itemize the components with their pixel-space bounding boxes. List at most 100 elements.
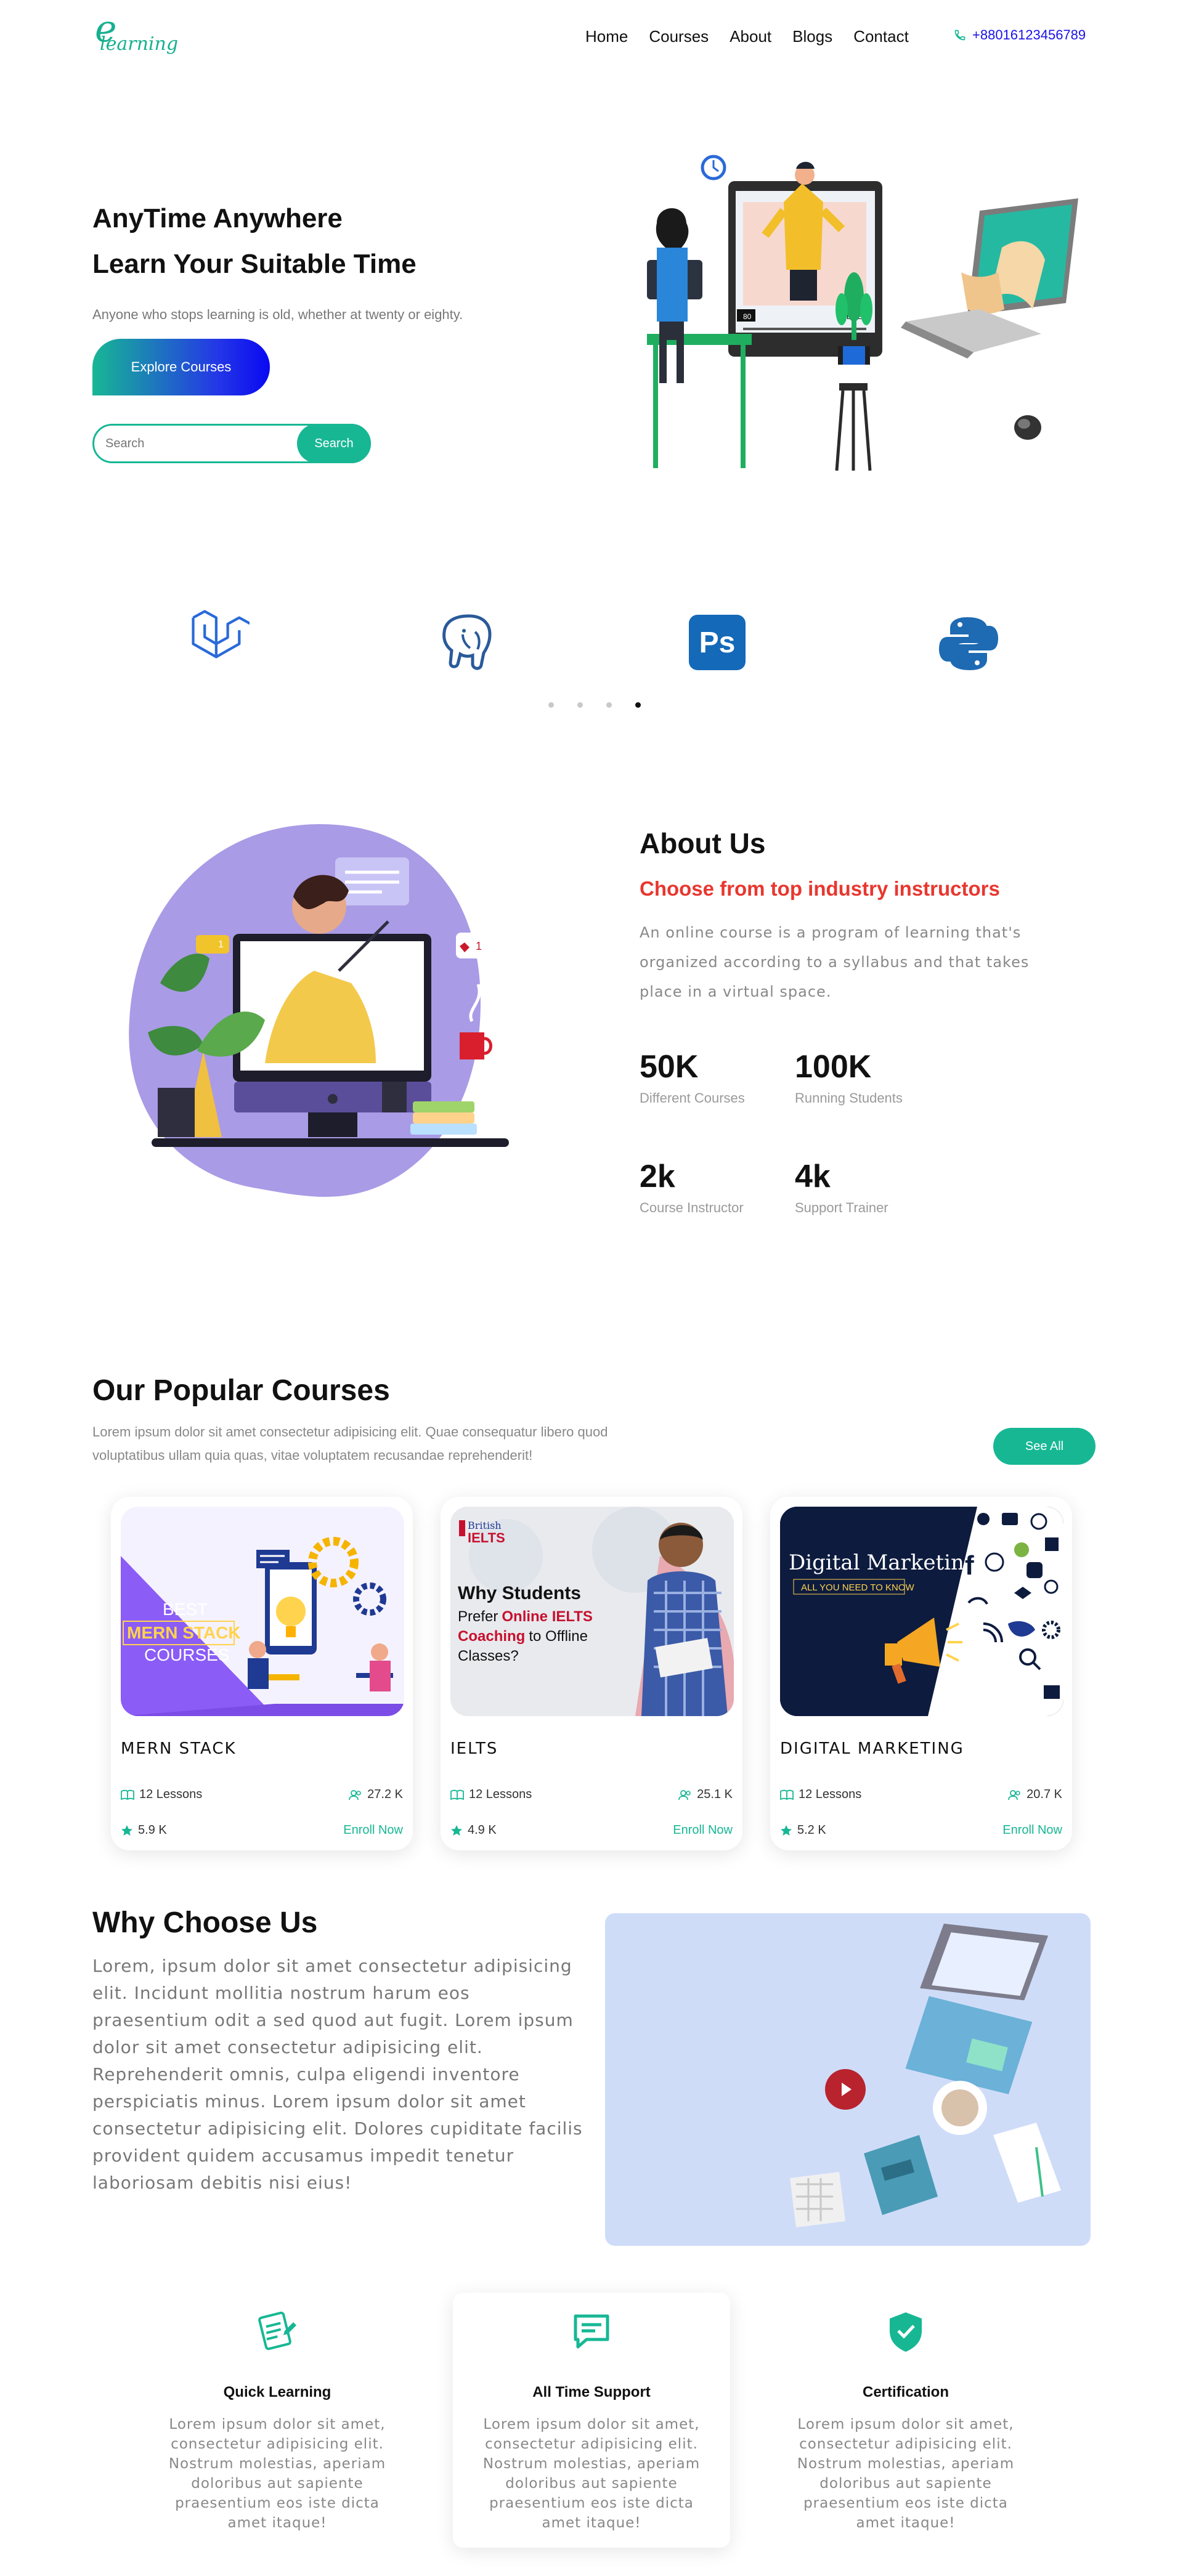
stat-label: Course Instructor [640,1200,744,1215]
carousel-dot[interactable] [606,702,612,708]
python-icon [939,617,998,670]
stat-value: 50K [640,1049,699,1085]
nav-blogs[interactable]: Blogs [792,27,832,46]
svg-text:MERN STACK: MERN STACK [127,1623,241,1642]
svg-text:IELTS: IELTS [468,1530,505,1545]
explore-courses-button[interactable]: Explore Courses [92,339,270,395]
student-count: 20.7 K [1026,1788,1062,1801]
stat-label: Running Students [795,1090,903,1106]
feature-quick-learning: Quick Learning Lorem ipsum dolor sit ame… [139,2293,416,2548]
student-count: 25.1 K [697,1788,733,1801]
svg-text:Coachingto Offline: Coaching to Offline [458,1628,588,1645]
enroll-now-link[interactable]: Enroll Now [673,1823,733,1837]
play-button[interactable] [825,2069,866,2110]
course-image: Digital Marketing ALL YOU NEED TO KNOW f [780,1507,1063,1716]
stat-value: 2k [640,1159,675,1194]
users-icon [1008,1789,1020,1800]
feature-text: Lorem ipsum dolor sit amet, consectetur … [168,2416,386,2531]
svg-text:Classes?: Classes? [458,1648,519,1664]
svg-text:COURSES: COURSES [144,1645,229,1664]
svg-text:f: f [965,1550,974,1581]
digital-marketing-banner: Digital Marketing ALL YOU NEED TO KNOW f [780,1507,1063,1716]
laravel-icon [192,610,250,658]
feature-text: Lorem ipsum dolor sit amet, consectetur … [482,2416,701,2531]
logo-word: learning [100,33,179,55]
why-paragraph: Lorem, ipsum dolor sit amet consectetur … [92,1956,583,2193]
about-illustration: 1 1 [129,824,509,1197]
rating-count: 5.2 K [797,1823,826,1837]
enroll-now-link[interactable]: Enroll Now [343,1823,403,1837]
course-meta: 12 Lessons 25.1 K [450,1788,733,1802]
course-title: DIGITAL MARKETING [780,1740,964,1758]
lesson-count: 12 Lessons [799,1788,862,1801]
nav-home[interactable]: Home [585,27,628,46]
notebook-pen-icon [258,2311,296,2351]
search-form: Search [92,424,371,463]
feature-title: Quick Learning [223,2384,331,2400]
video-thumbnail[interactable] [605,1913,1091,2246]
why-heading: Why Choose Us [92,1906,318,1939]
photoshop-icon: Ps [689,615,746,670]
course-meta: 12 Lessons 27.2 K [121,1788,403,1802]
stat-courses: 50K Different Courses [640,1048,745,1106]
about-description: An online course is a program of learnin… [640,924,1030,1000]
lesson-count: 12 Lessons [139,1788,203,1801]
carousel-dot-active[interactable] [635,702,641,708]
course-card-mern[interactable]: BEST MERN STACK COURSES MERN STACK 12 Le… [111,1497,413,1850]
brand-logo[interactable]: e learning [92,7,191,60]
rating-count: 4.9 K [468,1823,497,1837]
stat-trainers: 4k Support Trainer [795,1158,888,1216]
feature-title: Certification [862,2384,949,2400]
phone-icon [954,30,966,41]
star-icon [451,1825,462,1836]
course-card-ielts[interactable]: British IELTS Why Students Prefer Online … [441,1497,742,1850]
about-heading: About Us [640,827,766,859]
search-input[interactable] [105,432,290,455]
hero-title-line1: AnyTime Anywhere [92,203,343,233]
feature-title: All Time Support [532,2384,651,2400]
mern-banner: BEST MERN STACK COURSES [121,1537,404,1716]
live-count-badge: 80 [743,312,752,321]
courses-heading: Our Popular Courses [92,1374,390,1407]
book-icon [780,1789,794,1800]
hero-subtitle: Anyone who stops learning is old, whethe… [92,307,463,322]
svg-text:PreferOnline IELTS: Prefer Online IELTS [458,1608,593,1625]
carousel-dots [548,702,641,708]
course-image: BEST MERN STACK COURSES [121,1507,404,1716]
hero-title: AnyTime Anywhere Learn Your Suitable Tim… [92,196,417,287]
see-all-button[interactable]: See All [993,1428,1096,1465]
stat-label: Support Trainer [795,1200,888,1215]
nav-courses[interactable]: Courses [649,27,709,46]
course-footer: 4.9 K Enroll Now [450,1823,733,1837]
stat-instructors: 2k Course Instructor [640,1158,744,1216]
nav-about[interactable]: About [730,27,771,46]
svg-text:BEST: BEST [163,1600,208,1619]
stat-label: Different Courses [640,1090,745,1106]
rating-count: 5.9 K [138,1823,167,1837]
hero-title-line2: Learn Your Suitable Time [92,249,417,279]
course-title: MERN STACK [121,1740,237,1758]
phone-link[interactable]: +88016123456789 [954,27,1086,43]
course-image: British IELTS Why Students Prefer Online … [450,1507,734,1716]
feature-all-time-support: All Time Support Lorem ipsum dolor sit a… [453,2293,730,2548]
search-button[interactable]: Search [297,424,371,463]
nav-contact[interactable]: Contact [853,27,909,46]
star-icon [781,1825,792,1836]
postgresql-icon [442,614,492,670]
users-icon [678,1789,691,1800]
course-card-digital-marketing[interactable]: Digital Marketing ALL YOU NEED TO KNOW f [770,1497,1072,1850]
carousel-dot[interactable] [577,702,583,708]
stat-value: 4k [795,1159,831,1194]
svg-text:Why Students: Why Students [458,1583,581,1603]
carousel-dot[interactable] [548,702,554,708]
courses-description: Lorem ipsum dolor sit amet consectetur a… [92,1424,608,1463]
ielts-banner: British IELTS Why Students Prefer Online … [450,1507,734,1716]
enroll-now-link[interactable]: Enroll Now [1002,1823,1062,1837]
course-footer: 5.9 K Enroll Now [121,1823,403,1837]
like-badge: 1 [218,939,224,950]
svg-text:Digital Marketing: Digital Marketing [789,1550,978,1575]
book-icon [121,1789,134,1800]
book-icon [450,1789,464,1800]
photoshop-icon-text: Ps [699,626,736,659]
feature-certification: Certification Lorem ipsum dolor sit amet… [767,2293,1044,2548]
